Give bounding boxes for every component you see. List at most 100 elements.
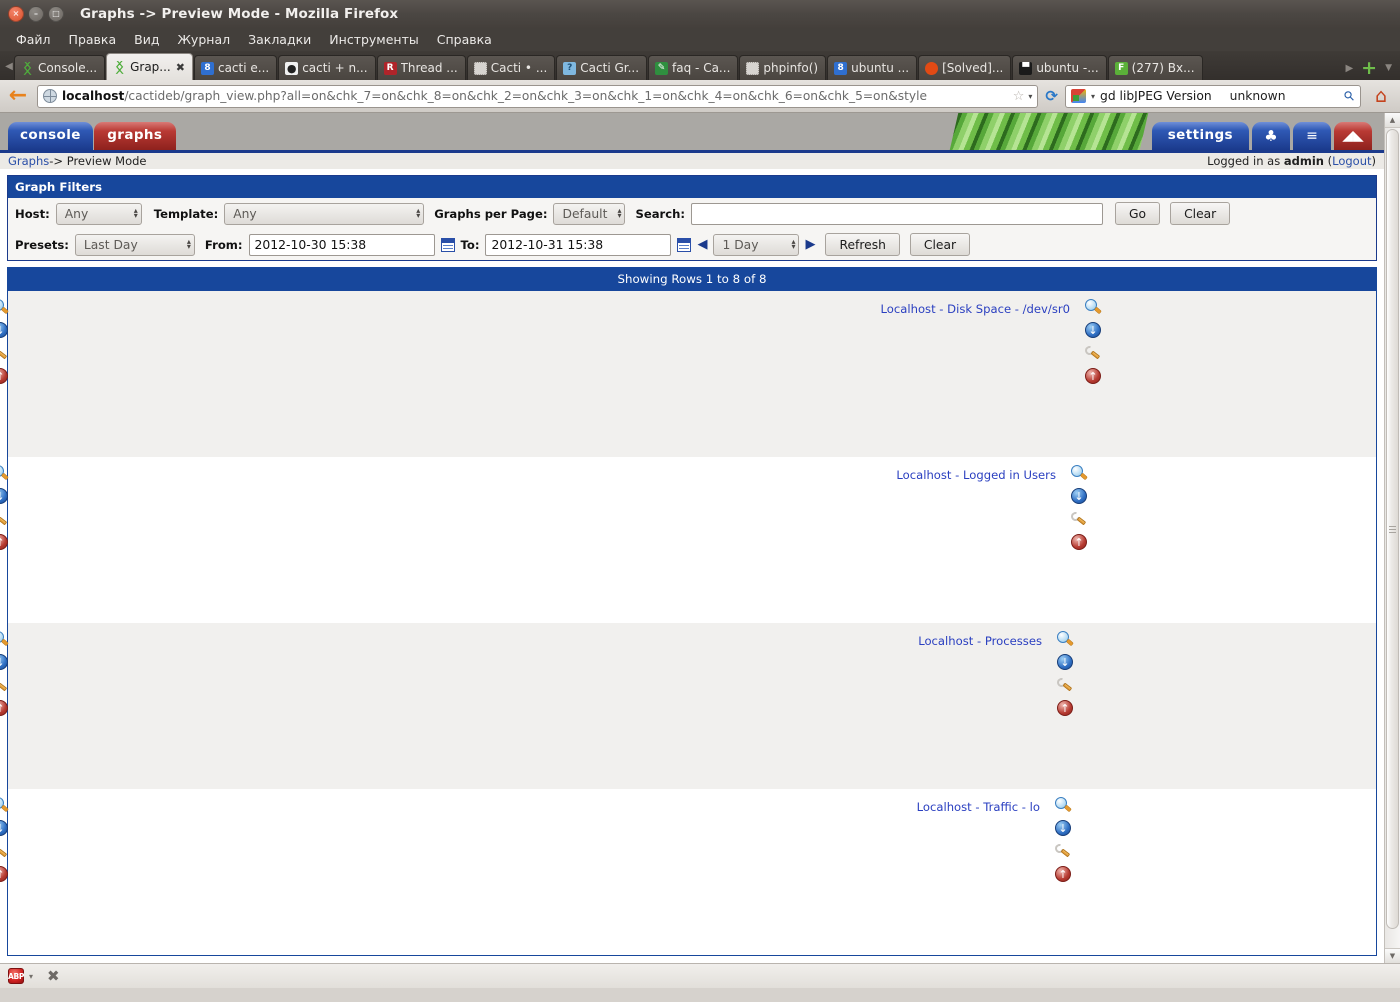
list-all-tabs-icon[interactable]: ▼	[1385, 63, 1392, 73]
go-button[interactable]: Go	[1115, 202, 1161, 225]
cacti-tab-tree-view[interactable]: ♣	[1252, 122, 1290, 150]
refresh-button[interactable]: Refresh	[825, 233, 900, 256]
graph-properties-icon[interactable]	[1069, 510, 1087, 527]
graph-properties-icon[interactable]	[0, 676, 8, 693]
presets-select[interactable]: Last Day ▴ ▾	[74, 233, 195, 256]
menu-view[interactable]: Вид	[126, 30, 167, 49]
cacti-tab-console[interactable]: console	[8, 122, 93, 150]
graph-page-top-icon[interactable]: ↑	[1071, 534, 1087, 550]
tab-scroll-right-icon[interactable]: ▶	[1345, 63, 1353, 74]
chevron-down-icon[interactable]: ▾	[29, 972, 33, 981]
graph-title[interactable]: Localhost - Traffic - lo	[917, 797, 1040, 814]
window-maximize-button[interactable]: □	[48, 6, 64, 22]
graph-source-csv-icon[interactable]: ↓	[0, 654, 8, 670]
browser-tab-1[interactable]: ᛝ Grap... ✖	[106, 53, 193, 80]
calendar-icon[interactable]	[677, 237, 692, 252]
graph-properties-icon[interactable]	[0, 510, 8, 527]
browser-tab-7[interactable]: ✎ faq - Ca...	[648, 55, 739, 80]
cacti-tab-preview-view[interactable]: ◢◣	[1334, 122, 1372, 150]
calendar-icon[interactable]	[440, 237, 455, 252]
graph-page-top-icon[interactable]: ↑	[1055, 866, 1071, 882]
graph-page-top-icon[interactable]: ↑	[0, 368, 8, 384]
cacti-tab-list-view[interactable]: ≡	[1293, 122, 1331, 150]
shift-time-forward-icon[interactable]: ▶	[805, 238, 815, 251]
graph-title[interactable]: Localhost - Disk Space - /dev/sr0	[881, 299, 1070, 316]
graph-properties-icon[interactable]	[0, 842, 8, 859]
from-date-input[interactable]: 2012-10-30 15:38	[248, 233, 435, 256]
browser-tab-9[interactable]: 8 ubuntu ...	[827, 55, 918, 80]
menu-file[interactable]: Файл	[8, 30, 59, 49]
browser-tab-4[interactable]: R Thread ...	[376, 55, 466, 80]
zoom-graph-icon[interactable]	[1055, 797, 1071, 813]
breadcrumb-link-graphs[interactable]: Graphs	[8, 154, 49, 168]
zoom-graph-icon[interactable]	[0, 299, 8, 315]
graph-title[interactable]: Localhost - Logged in Users	[896, 465, 1056, 482]
graph-page-top-icon[interactable]: ↑	[0, 700, 8, 716]
cacti-tab-settings[interactable]: settings	[1151, 122, 1249, 150]
browser-tab-12[interactable]: F (277) Bx...	[1107, 55, 1203, 80]
graph-properties-icon[interactable]	[1053, 842, 1071, 859]
graph-source-csv-icon[interactable]: ↓	[0, 488, 8, 504]
graph-source-csv-icon[interactable]: ↓	[1057, 654, 1073, 670]
template-select[interactable]: Any ▴ ▾	[224, 202, 425, 225]
graph-title[interactable]: Localhost - Processes	[918, 631, 1042, 648]
clear2-button[interactable]: Clear	[909, 233, 971, 256]
menu-help[interactable]: Справка	[429, 30, 500, 49]
browser-tab-3[interactable]: ● cacti + n...	[278, 55, 376, 80]
time-span-select[interactable]: 1 Day ▴ ▾	[713, 233, 800, 256]
url-bar[interactable]: localhost/cactideb/graph_view.php?all=on…	[37, 84, 1039, 108]
zoom-graph-icon[interactable]	[0, 465, 8, 481]
graph-source-csv-icon[interactable]: ↓	[0, 820, 8, 836]
host-select[interactable]: Any ▴ ▾	[55, 202, 142, 225]
scroll-up-icon[interactable]: ▲	[1385, 113, 1400, 128]
search-input-value[interactable]: unknown	[1230, 89, 1286, 103]
tab-scroll-left-icon[interactable]: ◀	[4, 61, 14, 80]
logout-link[interactable]: Logout	[1332, 154, 1371, 168]
back-button-icon[interactable]: ←	[6, 85, 30, 107]
graph-page-top-icon[interactable]: ↑	[1085, 368, 1101, 384]
menu-edit[interactable]: Правка	[61, 30, 125, 49]
browser-tab-8[interactable]: phpinfo()	[739, 55, 827, 80]
filter-search-input[interactable]	[691, 202, 1104, 225]
browser-tab-6[interactable]: ? Cacti Gr...	[556, 55, 648, 80]
page-scrollbar[interactable]: ▲ ▼	[1384, 113, 1400, 963]
zoom-graph-icon[interactable]	[1057, 631, 1073, 647]
search-icon[interactable]: ⚲	[1342, 87, 1359, 104]
window-minimize-button[interactable]: –	[28, 6, 44, 22]
graph-properties-icon[interactable]	[0, 344, 8, 361]
graph-source-csv-icon[interactable]: ↓	[0, 322, 8, 338]
adblock-plus-icon[interactable]: ABP	[8, 968, 24, 984]
graphs-per-page-select[interactable]: Default ▴ ▾	[553, 202, 626, 225]
menu-tools[interactable]: Инструменты	[321, 30, 426, 49]
browser-tab-5[interactable]: Cacti • ...	[466, 55, 556, 80]
graph-source-csv-icon[interactable]: ↓	[1055, 820, 1071, 836]
menu-history[interactable]: Журнал	[169, 30, 238, 49]
window-close-button[interactable]: ×	[8, 6, 24, 22]
graph-page-top-icon[interactable]: ↑	[0, 534, 8, 550]
scroll-down-icon[interactable]: ▼	[1385, 948, 1400, 963]
cacti-tab-graphs[interactable]: graphs	[93, 122, 176, 150]
graph-page-top-icon[interactable]: ↑	[0, 866, 8, 882]
browser-tab-0[interactable]: ᛝ Console...	[14, 55, 106, 80]
home-icon[interactable]: ⌂	[1368, 85, 1394, 107]
new-tab-icon[interactable]: +	[1361, 58, 1377, 77]
graph-properties-icon[interactable]	[1055, 676, 1073, 693]
clear-button[interactable]: Clear	[1170, 202, 1231, 225]
reload-icon[interactable]: ⟳	[1045, 87, 1058, 105]
scrollbar-thumb[interactable]	[1386, 129, 1399, 929]
graph-page-top-icon[interactable]: ↑	[1057, 700, 1073, 716]
zoom-graph-icon[interactable]	[0, 631, 8, 647]
to-date-input[interactable]: 2012-10-31 15:38	[485, 233, 672, 256]
tab-close-icon[interactable]: ✖	[176, 61, 185, 74]
graph-source-csv-icon[interactable]: ↓	[1085, 322, 1101, 338]
browser-tab-11[interactable]: ▀ ubuntu -...	[1012, 55, 1107, 80]
zoom-graph-icon[interactable]	[1071, 465, 1087, 481]
search-bar[interactable]: ▾ gd libJPEG Version unknown ⚲	[1065, 84, 1361, 108]
bookmark-star-icon[interactable]: ☆	[1013, 89, 1025, 104]
zoom-graph-icon[interactable]	[1085, 299, 1101, 315]
graph-source-csv-icon[interactable]: ↓	[1071, 488, 1087, 504]
chevron-down-icon[interactable]: ▾	[1028, 92, 1032, 101]
zoom-graph-icon[interactable]	[0, 797, 8, 813]
menu-bookmarks[interactable]: Закладки	[240, 30, 319, 49]
browser-tab-10[interactable]: [Solved]...	[918, 55, 1012, 80]
